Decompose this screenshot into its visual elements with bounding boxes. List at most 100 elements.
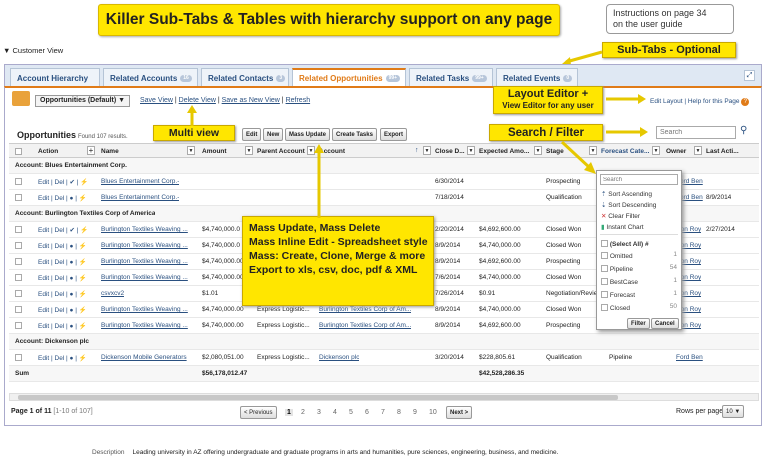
col-last-activity[interactable]: Last Acti... <box>706 148 739 155</box>
row-checkbox[interactable] <box>15 290 22 297</box>
page-link[interactable]: 6 <box>365 409 369 416</box>
col-dropdown[interactable]: ▼ <box>423 146 431 155</box>
save-view-link[interactable]: Save View <box>140 97 173 104</box>
cell-action[interactable]: Edit | Del | ● | ⚡ <box>38 242 87 250</box>
col-parent-account[interactable]: Parent Account <box>257 148 305 155</box>
clear-filter-item[interactable]: ✕ Clear Filter <box>601 212 640 220</box>
cell-name[interactable]: Blues Entertainment Corp.- <box>101 178 179 185</box>
row-checkbox[interactable] <box>15 306 22 313</box>
col-dropdown[interactable]: ▼ <box>187 146 195 155</box>
tab-related-contacts[interactable]: Related Contacts 3 <box>201 68 289 87</box>
cell-action[interactable]: Edit | Del | ● | ⚡ <box>38 322 87 330</box>
filter-option[interactable]: Forecast 1 <box>601 290 677 299</box>
view-select[interactable]: Opportunities (Default) ▼ <box>35 95 131 107</box>
tab-related-opportunities[interactable]: Related Opportunities 99+ <box>292 68 406 87</box>
help-icon[interactable]: ? <box>741 98 750 106</box>
cell-action[interactable]: Edit | Del | ● | ⚡ <box>38 354 87 362</box>
row-checkbox[interactable] <box>15 178 22 185</box>
cell-action[interactable]: Edit | Del | ● | ⚡ <box>38 306 87 314</box>
col-dropdown[interactable]: ▼ <box>245 146 253 155</box>
mass-update-button[interactable]: Mass Update <box>285 128 331 141</box>
cell-name[interactable]: Burlington Textiles Weaving ... <box>101 226 188 233</box>
select-all-item[interactable]: (Select All) # <box>601 239 649 248</box>
cell-name[interactable]: csvxcv2 <box>101 290 124 297</box>
row-checkbox[interactable] <box>15 242 22 249</box>
filter-checkbox[interactable] <box>601 252 608 259</box>
cancel-button[interactable]: Cancel <box>651 318 679 329</box>
add-column-icon[interactable]: + <box>87 146 95 155</box>
page-link[interactable]: 2 <box>301 409 305 416</box>
page-link[interactable]: 1 <box>285 409 293 416</box>
filter-option[interactable]: Omitted 1 <box>601 251 677 260</box>
col-forecast-category[interactable]: Forecast Cate... <box>601 148 649 155</box>
new-button[interactable]: New <box>263 128 284 141</box>
filter-button[interactable]: Filter <box>627 318 650 329</box>
select-all-checkbox[interactable] <box>15 148 22 155</box>
refresh-link[interactable]: Refresh <box>286 97 311 104</box>
row-checkbox[interactable] <box>15 226 22 233</box>
export-button[interactable]: Export <box>380 128 408 141</box>
page-link[interactable]: 10 <box>429 409 437 416</box>
edit-button[interactable]: Edit <box>242 128 262 141</box>
expand-icon[interactable]: ⤢ <box>744 70 755 81</box>
tab-related-accounts[interactable]: Related Accounts 16 <box>103 68 198 87</box>
cell-action[interactable]: Edit | Del | ✔ | ⚡ <box>38 226 88 234</box>
next-page-button[interactable]: Next > <box>446 406 473 419</box>
row-checkbox[interactable] <box>15 274 22 281</box>
page-link[interactable]: 4 <box>333 409 337 416</box>
cell-name[interactable]: Burlington Textiles Weaving ... <box>101 258 188 265</box>
cell-name[interactable]: Burlington Textiles Weaving ... <box>101 306 188 313</box>
filter-checkbox[interactable] <box>601 265 608 272</box>
save-as-new-view-link[interactable]: Save as New View <box>222 97 280 104</box>
cell-name[interactable]: Burlington Textiles Weaving ... <box>101 242 188 249</box>
col-dropdown[interactable]: ▼ <box>652 146 660 155</box>
cell-name[interactable]: Dickenson Mobile Generators <box>101 354 187 361</box>
page-link[interactable]: 9 <box>413 409 417 416</box>
filter-option[interactable]: BestCase 1 <box>601 277 677 286</box>
cell-owner[interactable]: Ford Ben <box>676 354 703 361</box>
rows-per-page-select[interactable]: 10 ▼ <box>722 405 745 418</box>
cell-action[interactable]: Edit | Del | ✔ | ⚡ <box>38 178 88 186</box>
sort-descending-item[interactable]: ⇣ Sort Descending <box>601 201 656 209</box>
filter-checkbox[interactable] <box>601 304 608 311</box>
row-checkbox[interactable] <box>15 354 22 361</box>
cell-action[interactable]: Edit | Del | ● | ⚡ <box>38 194 87 202</box>
instant-chart-item[interactable]: ▮ Instant Chart <box>601 223 644 231</box>
delete-view-link[interactable]: Delete View <box>179 97 216 104</box>
row-checkbox[interactable] <box>15 194 22 201</box>
tab-related-tasks[interactable]: Related Tasks 99+ <box>409 68 493 87</box>
cell-name[interactable]: Blues Entertainment Corp.- <box>101 194 179 201</box>
col-amount[interactable]: Amount <box>202 148 227 155</box>
page-link[interactable]: 7 <box>381 409 385 416</box>
search-icon[interactable]: ⚲ <box>740 125 747 136</box>
filter-checkbox[interactable] <box>601 291 608 298</box>
filter-option[interactable]: Pipeline 54 <box>601 264 677 273</box>
help-link[interactable]: Help for this Page <box>688 98 740 105</box>
previous-page-button[interactable]: < Previous <box>240 406 277 419</box>
cell-account[interactable]: Burlington Textiles Corp of Am... <box>319 322 411 329</box>
col-name[interactable]: Name <box>101 148 119 155</box>
page-link[interactable]: 8 <box>397 409 401 416</box>
search-input[interactable] <box>656 126 736 139</box>
col-dropdown[interactable]: ▼ <box>467 146 475 155</box>
cell-name[interactable]: Burlington Textiles Weaving ... <box>101 274 188 281</box>
filter-checkbox[interactable] <box>601 278 608 285</box>
cell-action[interactable]: Edit | Del | ● | ⚡ <box>38 274 87 282</box>
create-tasks-button[interactable]: Create Tasks <box>332 128 377 141</box>
col-close-date[interactable]: Close D... <box>435 148 465 155</box>
edit-layout-link[interactable]: Edit Layout <box>650 98 683 105</box>
page-link[interactable]: 3 <box>317 409 321 416</box>
row-checkbox[interactable] <box>15 322 22 329</box>
col-owner[interactable]: Owner <box>666 148 686 155</box>
cell-account[interactable]: Dickenson plc <box>319 354 359 361</box>
cell-action[interactable]: Edit | Del | ● | ⚡ <box>38 258 87 266</box>
page-link[interactable]: 5 <box>349 409 353 416</box>
col-dropdown[interactable]: ▼ <box>694 146 702 155</box>
cell-name[interactable]: Burlington Textiles Weaving ... <box>101 322 188 329</box>
filter-option[interactable]: Closed 50 <box>601 303 677 312</box>
section-title[interactable]: ▼ Customer View <box>3 46 63 55</box>
horizontal-scrollbar[interactable] <box>9 393 759 401</box>
col-expected-amount[interactable]: Expected Amo... <box>479 148 529 155</box>
sort-ascending-item[interactable]: ⇡ Sort Ascending <box>601 190 652 198</box>
sort-asc-icon[interactable]: ↑ <box>415 147 419 154</box>
